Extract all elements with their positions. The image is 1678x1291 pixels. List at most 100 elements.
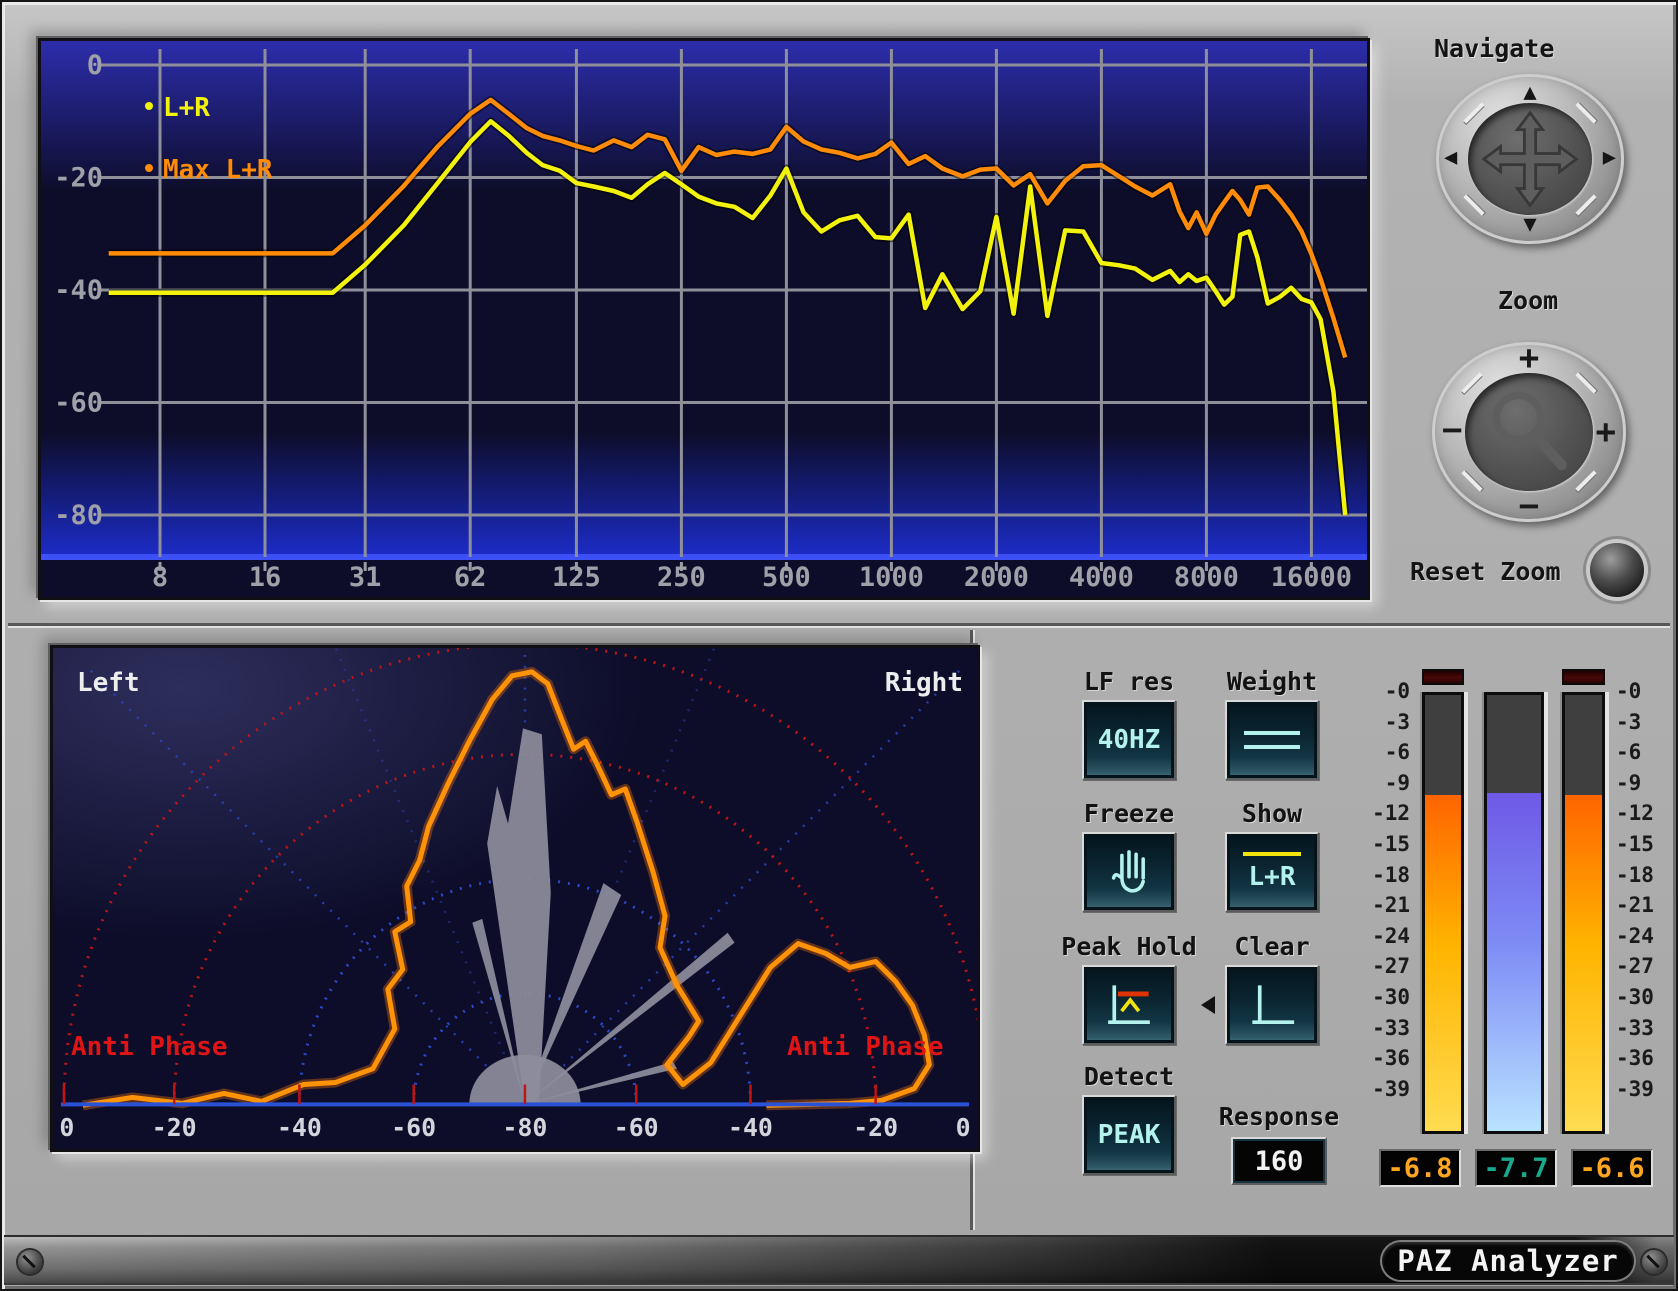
detect-value: PEAK	[1098, 1120, 1161, 1150]
svg-text:-60: -60	[391, 1113, 436, 1142]
hand-icon	[1103, 846, 1155, 898]
legend-dot-max-lr	[145, 164, 153, 172]
zoom-label: Zoom	[1498, 286, 1558, 315]
legend-item-lr: L+R	[145, 93, 210, 123]
zoom-out-vertical-icon[interactable]: −	[1519, 492, 1539, 520]
svg-text:-40: -40	[277, 1113, 322, 1142]
lf-res-button[interactable]: 40HZ	[1082, 700, 1176, 780]
meter-scale-label: -18	[1616, 865, 1674, 886]
detect-button[interactable]: PEAK	[1082, 1095, 1176, 1175]
zoom-in-vertical-icon[interactable]: +	[1519, 344, 1539, 372]
svg-text:-20: -20	[54, 163, 103, 194]
reset-zoom-button[interactable]	[1590, 543, 1644, 597]
horizontal-divider	[8, 623, 1670, 626]
weight-button[interactable]	[1225, 700, 1319, 780]
meter-fill	[1425, 795, 1461, 1131]
svg-text:0: 0	[956, 1113, 971, 1142]
svg-text:500: 500	[762, 562, 811, 593]
response-box[interactable]: 160	[1231, 1137, 1327, 1185]
meter-scale-label: -3	[1616, 712, 1674, 733]
meter-scale-label: -33	[1352, 1018, 1410, 1039]
double-line-icon	[1244, 745, 1300, 749]
svg-text:-80: -80	[54, 500, 103, 531]
spectrum-chart: 0-20-40-60-80816316212525050010002000400…	[41, 41, 1367, 597]
svg-text:-20: -20	[152, 1113, 197, 1142]
plugin-title-badge: PAZ Analyzer	[1382, 1242, 1634, 1280]
meter-scale-label: -6	[1352, 742, 1410, 763]
navigate-up-icon[interactable]: ▲	[1523, 82, 1536, 104]
four-way-arrow-icon	[1468, 103, 1592, 215]
meter-scale-label: -9	[1616, 773, 1674, 794]
zoom-pad-center[interactable]	[1465, 373, 1593, 492]
navigate-pad-center[interactable]	[1468, 103, 1592, 215]
freeze-button[interactable]	[1082, 832, 1176, 912]
legend-label-lr: L+R	[163, 93, 210, 123]
svg-text:-80: -80	[503, 1113, 548, 1142]
show-value: L+R	[1249, 862, 1296, 892]
meter-scale-label: -12	[1352, 803, 1410, 824]
svg-text:0: 0	[87, 50, 103, 81]
readout-left-value: -6.8	[1387, 1153, 1452, 1184]
phase-display[interactable]: 0-20-40-60-80-60-40-200 Left Right Anti …	[50, 645, 980, 1152]
screw-icon	[1642, 1250, 1666, 1274]
svg-text:250: 250	[657, 562, 706, 593]
svg-text:62: 62	[454, 562, 487, 593]
double-line-icon	[1244, 731, 1300, 735]
spectrum-display[interactable]: 0-20-40-60-80816316212525050010002000400…	[38, 38, 1370, 600]
readout-left: -6.8	[1379, 1149, 1461, 1187]
meter-scale-label: -0	[1352, 681, 1410, 702]
navigate-label: Navigate	[1434, 34, 1554, 63]
meter-scale-label: -33	[1616, 1018, 1674, 1039]
axes-icon	[1245, 978, 1299, 1032]
navigate-down-icon[interactable]: ▼	[1523, 214, 1536, 236]
polar-chart: 0-20-40-60-80-60-40-200	[53, 648, 977, 1149]
peak-hold-label: Peak Hold	[1061, 932, 1196, 961]
svg-text:16000: 16000	[1271, 562, 1352, 593]
svg-text:1000: 1000	[859, 562, 924, 593]
meter-scale-label: -18	[1352, 865, 1410, 886]
legend-item-max-lr: Max L+R	[145, 155, 273, 185]
svg-text:125: 125	[552, 562, 601, 593]
svg-text:-40: -40	[728, 1113, 773, 1142]
reset-zoom-label: Reset Zoom	[1410, 557, 1561, 586]
show-yellow-line-icon	[1243, 852, 1301, 856]
clear-button[interactable]	[1225, 965, 1319, 1045]
navigate-right-icon[interactable]: ▶	[1603, 147, 1616, 169]
peak-led-left	[1422, 669, 1464, 685]
legend-dot-lr	[145, 102, 153, 110]
meter-scale-label: -30	[1616, 987, 1674, 1008]
meter-scale-label: -39	[1616, 1079, 1674, 1100]
link-arrow-icon	[1201, 996, 1215, 1014]
meter-scale-label: -39	[1352, 1079, 1410, 1100]
meter-scale-label: -27	[1616, 956, 1674, 977]
svg-text:8000: 8000	[1174, 562, 1239, 593]
level-meter-right	[1562, 692, 1605, 1134]
anti-phase-left-label: Anti Phase	[71, 1032, 228, 1062]
show-button[interactable]: L+R	[1225, 832, 1319, 912]
meter-fill	[1565, 795, 1602, 1131]
plugin-title: PAZ Analyzer	[1397, 1244, 1619, 1278]
zoom-in-horizontal-icon[interactable]: +	[1596, 418, 1616, 446]
svg-text:-60: -60	[54, 388, 103, 419]
readout-mid: -7.7	[1475, 1149, 1557, 1187]
show-label: Show	[1242, 799, 1302, 828]
anti-phase-right-label: Anti Phase	[787, 1032, 944, 1062]
title-bar: PAZ Analyzer	[4, 1235, 1674, 1285]
svg-text:-20: -20	[853, 1113, 898, 1142]
meter-scale-label: -21	[1616, 895, 1674, 916]
lf-res-value: 40HZ	[1098, 725, 1161, 755]
navigate-left-icon[interactable]: ◀	[1444, 147, 1457, 169]
zoom-out-horizontal-icon[interactable]: −	[1442, 416, 1462, 444]
screw-icon	[18, 1250, 42, 1274]
zoom-pad[interactable]: + + − −	[1432, 342, 1626, 522]
navigate-pad[interactable]: ▲ ▼ ◀ ▶	[1436, 74, 1624, 244]
left-channel-label: Left	[77, 668, 140, 698]
svg-text:-60: -60	[614, 1113, 659, 1142]
svg-text:31: 31	[349, 562, 382, 593]
meter-scale-label: -6	[1616, 742, 1674, 763]
svg-text:2000: 2000	[964, 562, 1029, 593]
peak-hold-button[interactable]	[1082, 965, 1176, 1045]
right-channel-label: Right	[885, 668, 963, 698]
svg-text:4000: 4000	[1069, 562, 1134, 593]
weight-label: Weight	[1227, 667, 1317, 696]
